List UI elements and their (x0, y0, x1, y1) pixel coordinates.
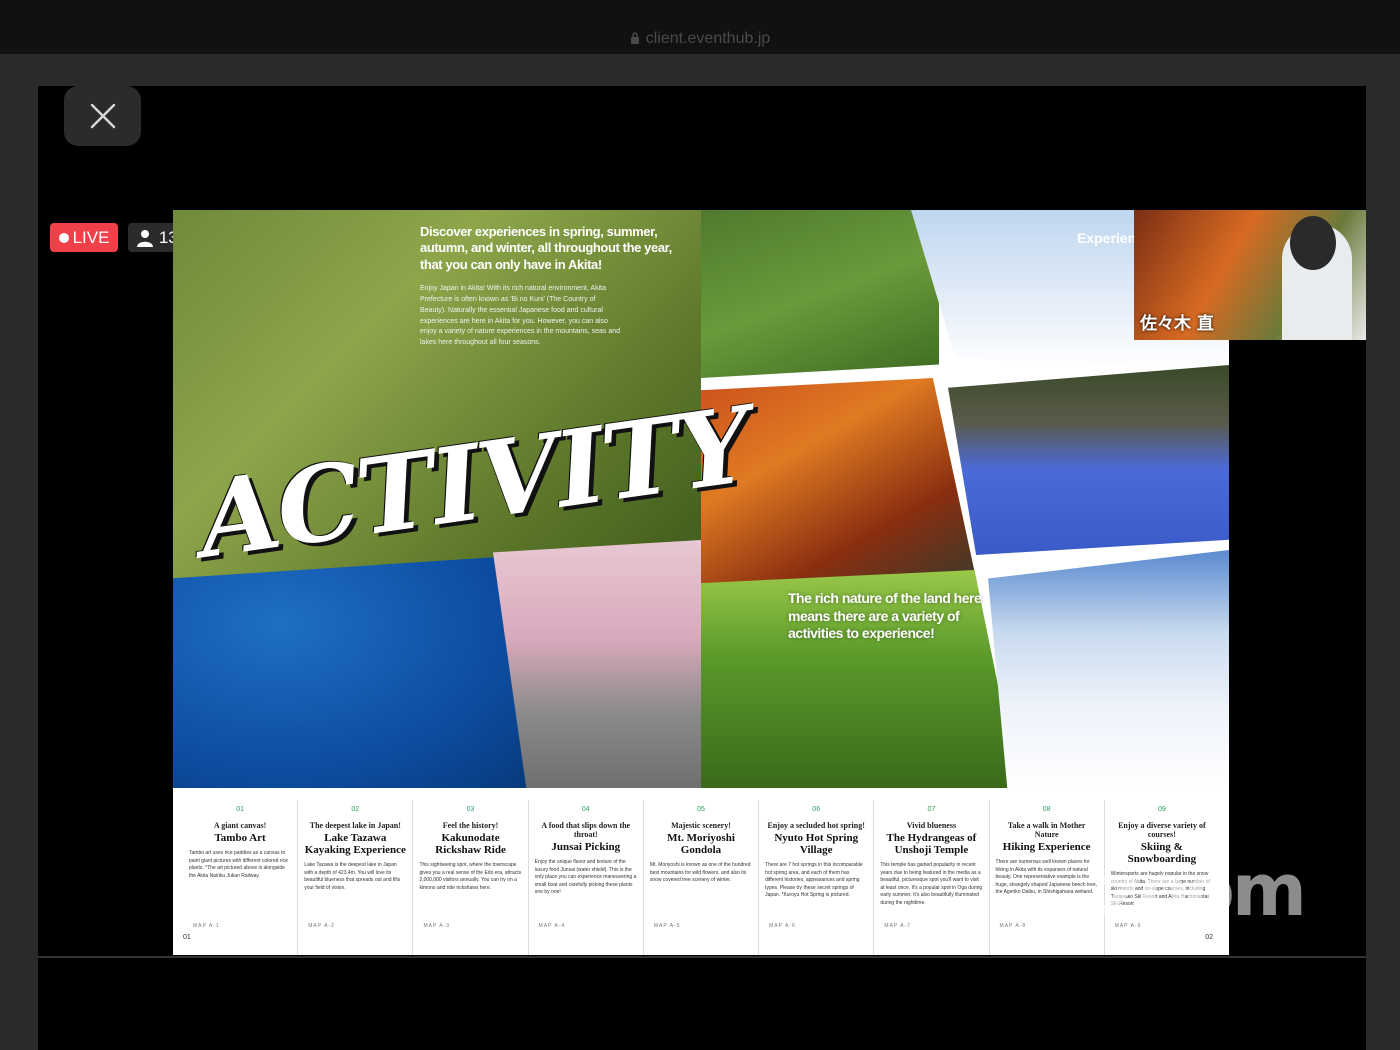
caption-number: 01 (236, 806, 244, 813)
speaker-name: 佐々木 直 (1140, 314, 1214, 334)
live-badge: LIVE (50, 223, 118, 252)
close-button[interactable] (64, 86, 141, 146)
caption-number: 09 (1157, 806, 1166, 813)
caption-number: 08 (1042, 806, 1051, 813)
caption-number: 07 (927, 806, 936, 813)
caption-body: Enjoy the unique flavor and texture of t… (534, 859, 637, 895)
caption-map-ref: MAP A-2 (308, 923, 335, 929)
caption-body: Mt. Moriyoshi is known as one of the hun… (649, 862, 751, 883)
caption-title: Mt. Moriyoshi Gondola (667, 832, 735, 856)
caption-subtitle: Enjoy a secluded hot spring! (767, 821, 865, 830)
shared-slide: Discover experiences in spring, summer, … (173, 210, 1229, 955)
caption-map-ref: MAP A-1 (193, 923, 220, 929)
nature-text: The rich nature of the land here means t… (788, 590, 982, 641)
caption-body: This temple has gained popularity in rec… (880, 862, 983, 906)
lake-kayaking-photo (173, 555, 528, 788)
slide-intro: Enjoy Japan in Akita! With its rich natu… (420, 285, 621, 347)
caption-map-ref: MAP A-7 (884, 923, 911, 929)
caption-number: 05 (697, 806, 705, 813)
skiing-photo (988, 550, 1229, 788)
caption-map-ref: MAP A-5 (653, 923, 681, 929)
caption-title: Hiking Experience (1002, 841, 1091, 853)
person-icon (136, 229, 153, 247)
lock-icon (630, 32, 639, 44)
caption-title: Tambo Art (214, 832, 266, 844)
caption-subtitle: Vivid blueness (906, 821, 957, 830)
junsai-picking-photo (701, 210, 939, 378)
caption-item: 03 Feel the history! Kakunodate Rickshaw… (413, 800, 529, 955)
caption-item: 04 A food that slips down the throat! Ju… (529, 800, 644, 955)
caption-map-ref: MAP A-6 (769, 923, 796, 929)
caption-title: Nyuto Hot Spring Village (774, 832, 859, 856)
caption-body: Tambo art uses rice paddies as a canvas … (189, 850, 288, 879)
caption-map-ref: MAP A-4 (538, 923, 566, 929)
page-number-left: 01 (183, 934, 191, 941)
browser-address-bar: client.eventhub.jp (0, 0, 1400, 54)
caption-subtitle: Feel the history! (442, 821, 499, 830)
caption-number: 04 (581, 806, 590, 813)
url-text: client.eventhub.jp (645, 30, 771, 47)
caption-subtitle: A giant canvas! (213, 821, 267, 830)
caption-body: There are 7 hot springs in this incompar… (765, 862, 863, 898)
caption-item: 01 A giant canvas! Tambo Art Tambo art u… (183, 800, 299, 955)
caption-subtitle: A food that slips down the throat! (541, 821, 631, 839)
activity-captions: 01 A giant canvas! Tambo Art Tambo art u… (173, 800, 1229, 955)
close-icon (90, 103, 115, 129)
caption-body: Lake Tazawa is the deepest lake in Japan… (304, 862, 401, 891)
caption-item: 05 Majestic scenery! Mt. Moriyoshi Gondo… (644, 800, 760, 955)
caption-subtitle: Majestic scenery! (671, 821, 731, 830)
page-number-right: 02 (1205, 934, 1213, 941)
caption-title: Junsai Picking (551, 841, 621, 853)
url-display[interactable]: client.eventhub.jp (0, 30, 1400, 48)
caption-body: This sightseeing spot, where the townsca… (419, 862, 522, 891)
caption-number: 03 (466, 806, 475, 813)
player-divider (38, 956, 1366, 958)
slide-tagline: Discover experiences in spring, summer, … (420, 224, 672, 272)
caption-title: Kakunodate Rickshaw Ride (435, 832, 506, 856)
caption-item: 08 Take a walk in Mother Nature Hiking E… (990, 800, 1105, 955)
caption-item: 06 Enjoy a secluded hot spring! Nyuto Ho… (759, 800, 875, 955)
caption-number: 02 (351, 806, 360, 813)
caption-body: There are numerous well known places for… (995, 859, 1097, 895)
caption-subtitle: The deepest lake in Japan! (309, 821, 401, 830)
caption-title: Lake Tazawa Kayaking Experience (304, 832, 406, 856)
hydrangea-temple-photo (948, 365, 1229, 555)
caption-map-ref: MAP A-3 (423, 923, 451, 929)
caption-subtitle: Enjoy a diverse variety of courses! (1118, 821, 1206, 839)
caption-title: The Hydrangeas of Unshoji Temple (886, 832, 977, 856)
speaker-head (1290, 216, 1336, 270)
caption-subtitle: Take a walk in Mother Nature (1007, 821, 1086, 839)
caption-map-ref: MAP A-8 (999, 923, 1027, 929)
cherry-blossom-rickshaw-photo (493, 540, 701, 788)
zoom-watermark: zoom (1100, 848, 1307, 932)
caption-item: 02 The deepest lake in Japan! Lake Tazaw… (298, 800, 414, 955)
live-dot-icon (58, 232, 69, 243)
speaker-camera-tile: 佐々木 直 (1134, 210, 1366, 340)
caption-item: 07 Vivid blueness The Hydrangeas of Unsh… (874, 800, 990, 955)
live-label: LIVE (72, 227, 110, 247)
caption-number: 06 (812, 806, 821, 813)
